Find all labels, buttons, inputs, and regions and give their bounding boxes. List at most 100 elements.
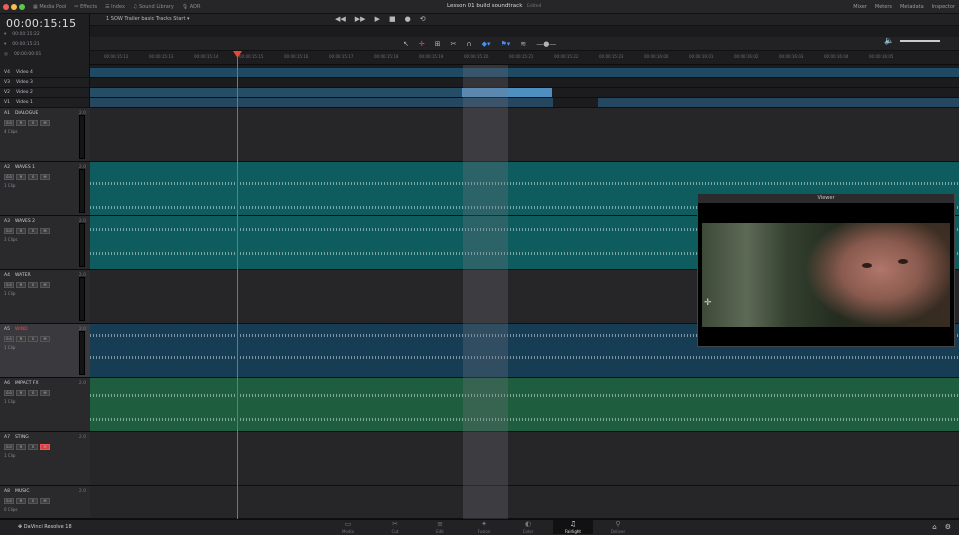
index-button[interactable]: ☰ Index	[105, 4, 125, 10]
range-select-icon[interactable]: ✛	[419, 40, 425, 48]
fast-forward-icon[interactable]: ▶▶	[355, 15, 366, 23]
volume-readout[interactable]: 0.0	[4, 390, 14, 396]
video-clip[interactable]	[90, 98, 552, 107]
settings-icon[interactable]: ⚙	[945, 523, 951, 531]
lane-a1	[90, 108, 959, 162]
solo-button[interactable]: S	[28, 120, 38, 126]
record-arm-button[interactable]: R	[16, 228, 26, 234]
page-color[interactable]: ◐ Color	[508, 520, 548, 534]
solo-button[interactable]: S	[28, 282, 38, 288]
mixer-button[interactable]: Mixer	[853, 4, 867, 10]
mute-button[interactable]: M	[40, 444, 50, 450]
page-fairlight[interactable]: ♫ Fairlight	[553, 520, 593, 534]
adr-button[interactable]: 🎙 ADR	[182, 4, 201, 10]
mute-button[interactable]: M	[40, 174, 50, 180]
home-icon[interactable]: ⌂	[932, 523, 936, 531]
solo-button[interactable]: S	[28, 174, 38, 180]
speaker-icon[interactable]: 🔈	[884, 36, 894, 45]
volume-readout[interactable]: 0.0	[4, 336, 14, 342]
record-arm-button[interactable]: R	[16, 282, 26, 288]
viewer-window[interactable]: Viewer	[697, 193, 955, 347]
record-arm-button[interactable]: R	[16, 498, 26, 504]
mute-button[interactable]: M	[40, 390, 50, 396]
track-header-v4[interactable]: V4 Video 4	[0, 68, 90, 78]
minimize-window-icon[interactable]	[11, 3, 17, 10]
track-header-a7[interactable]: A7 STING 2.0 0.0 R S M 1 Clip	[0, 432, 90, 486]
clip-count: 3 Clips	[4, 237, 18, 242]
solo-button[interactable]: S	[28, 390, 38, 396]
mute-button[interactable]: M	[40, 120, 50, 126]
track-header-v3[interactable]: V3 Video 3	[0, 78, 90, 88]
track-header-a6[interactable]: A6 IMPACT FX 2.0 0.0 R S M 1 Clip	[0, 378, 90, 432]
close-window-icon[interactable]	[3, 3, 9, 10]
track-header-a4[interactable]: A4 WATER 2.0 0.0 R S M 1 Clip	[0, 270, 90, 324]
timeline-ruler[interactable]: 00:00:15:12 00:00:15:13 00:00:15:14 00:0…	[90, 51, 959, 65]
video-clip[interactable]	[90, 68, 959, 77]
sound-library-button[interactable]: ♫ Sound Library	[133, 4, 174, 10]
track-id: V4	[4, 70, 10, 75]
solo-button[interactable]: S	[28, 336, 38, 342]
record-arm-button[interactable]: R	[16, 336, 26, 342]
track-header-a1[interactable]: A1 DIALOGUE 2.0 0.0 R S M 4 Clips	[0, 108, 90, 162]
mute-button[interactable]: M	[40, 282, 50, 288]
record-arm-button[interactable]: R	[16, 390, 26, 396]
master-volume-slider[interactable]	[900, 40, 940, 42]
page-media[interactable]: ▭ Media	[328, 520, 368, 534]
marker-icon[interactable]: ◆▾	[482, 40, 491, 48]
track-header-a5[interactable]: A5 WIND 2.0 0.0 R S M 1 Clip	[0, 324, 90, 378]
volume-readout[interactable]: 0.0	[4, 120, 14, 126]
stop-icon[interactable]: ■	[389, 15, 396, 23]
track-header-a8[interactable]: A8 MUSIC 2.0 0.0 R S M 0 Clips	[0, 486, 90, 519]
mute-button[interactable]: M	[40, 498, 50, 504]
track-header-a2[interactable]: A2 WAVES 1 2.0 0.0 R S M 1 Clip	[0, 162, 90, 216]
solo-button[interactable]: S	[28, 498, 38, 504]
track-id: A4	[4, 273, 10, 278]
video-clip[interactable]	[462, 88, 552, 97]
track-name: STING	[14, 435, 29, 440]
record-arm-button[interactable]: R	[16, 120, 26, 126]
volume-readout[interactable]: 0.0	[4, 444, 14, 450]
record-icon[interactable]: ●	[405, 15, 411, 23]
solo-button[interactable]: S	[28, 228, 38, 234]
pointer-icon[interactable]: ↖	[403, 40, 409, 48]
volume-readout[interactable]: 0.0	[4, 498, 14, 504]
razor-icon[interactable]: ✂	[451, 40, 457, 48]
video-clip[interactable]	[598, 98, 959, 107]
inspector-button[interactable]: Inspector	[932, 4, 955, 10]
volume-readout[interactable]: 0.0	[4, 228, 14, 234]
page-fusion[interactable]: ✦ Fusion	[464, 520, 504, 534]
waveform-zoom-icon[interactable]: ≋	[520, 40, 526, 48]
track-header-v1[interactable]: V1 Video 1	[0, 98, 90, 108]
mute-button[interactable]: M	[40, 336, 50, 342]
main-timecode[interactable]: 00:00:15:15	[6, 17, 76, 30]
volume-readout[interactable]: 0.0	[4, 282, 14, 288]
transport-controls: ◀◀ ▶▶ ▶ ■ ● ⟲	[335, 15, 426, 23]
flag-icon[interactable]: ⚑▾	[501, 40, 511, 48]
zoom-slider-icon[interactable]: —●—	[536, 40, 556, 48]
link-icon[interactable]: ⊞	[435, 40, 441, 48]
effects-button[interactable]: ✂ Effects	[74, 4, 97, 10]
page-edit[interactable]: ≡ Edit	[420, 520, 460, 534]
page-cut[interactable]: ✂ Cut	[375, 520, 415, 534]
window-subtitle: Edited	[527, 4, 542, 9]
timeline-selector[interactable]: 1 SOW Trailer basic Tracks Start ▾	[106, 16, 190, 22]
zoom-window-icon[interactable]	[19, 3, 25, 10]
loop-icon[interactable]: ⟲	[420, 15, 426, 23]
metadata-button[interactable]: Metadata	[900, 4, 924, 10]
track-header-v2[interactable]: V2 Video 2	[0, 88, 90, 98]
volume-readout[interactable]: 0.0	[4, 174, 14, 180]
play-icon[interactable]: ▶	[375, 15, 380, 23]
solo-button[interactable]: S	[28, 444, 38, 450]
page-deliver[interactable]: ⚲ Deliver	[598, 520, 638, 534]
track-id: V1	[4, 100, 10, 105]
playhead[interactable]	[237, 54, 238, 519]
mute-button[interactable]: M	[40, 228, 50, 234]
record-arm-button[interactable]: R	[16, 174, 26, 180]
video-clip[interactable]	[508, 98, 553, 107]
record-arm-button[interactable]: R	[16, 444, 26, 450]
snap-icon[interactable]: ∩	[467, 40, 472, 48]
rewind-icon[interactable]: ◀◀	[335, 15, 346, 23]
meters-button[interactable]: Meters	[875, 4, 892, 10]
track-header-a3[interactable]: A3 WAVES 2 2.0 0.0 R S M 3 Clips	[0, 216, 90, 270]
media-pool-button[interactable]: ▦ Media Pool	[33, 4, 66, 10]
